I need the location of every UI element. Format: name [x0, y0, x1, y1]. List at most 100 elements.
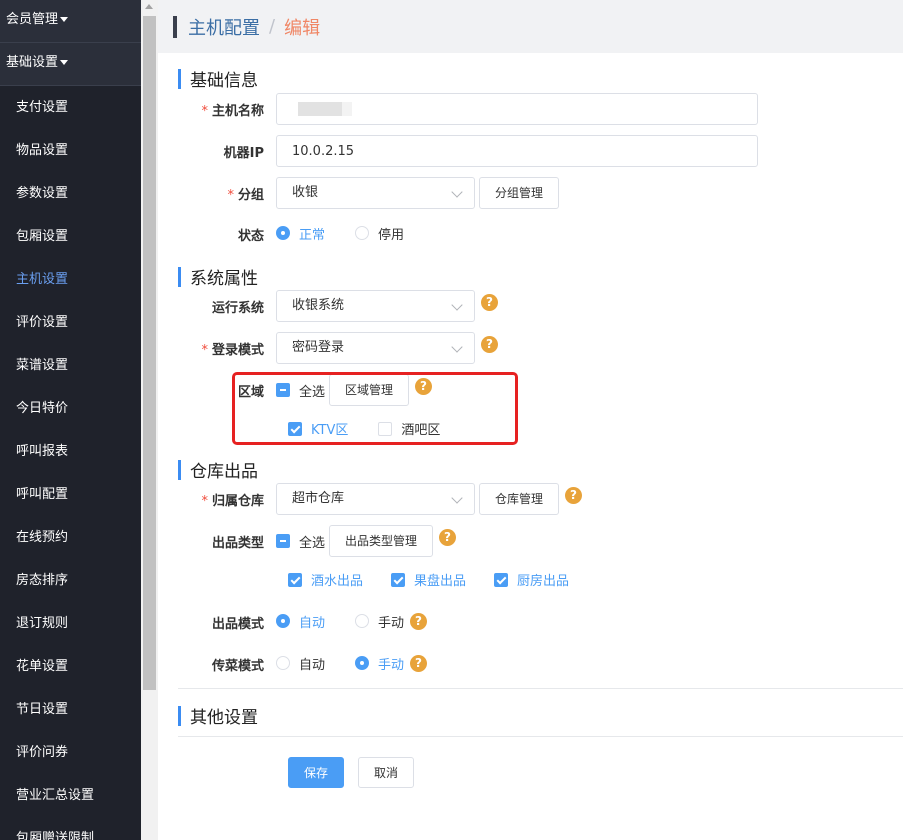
sidebar-item-daily-special[interactable]: 今日特价 — [0, 387, 141, 430]
serve-mode-radio-auto[interactable]: 自动 — [276, 654, 325, 673]
sidebar-item-call-config[interactable]: 呼叫配置 — [0, 473, 141, 516]
row-serve-mode: 传菜模式 自动 手动 ? — [158, 652, 428, 674]
save-button[interactable]: 保存 — [288, 757, 345, 788]
section-title-system: 系统属性 — [178, 264, 258, 289]
scroll-up-arrow-icon[interactable] — [145, 4, 153, 9]
section-title-text: 基础信息 — [190, 71, 258, 91]
sidebar-item-holiday[interactable]: 节日设置 — [0, 688, 141, 731]
serve-mode-radio-manual[interactable]: 手动 — [355, 654, 404, 673]
checkbox-box — [391, 572, 406, 587]
section-divider — [178, 688, 903, 689]
group-manage-button[interactable]: 分组管理 — [479, 177, 560, 209]
help-icon[interactable]: ? — [439, 528, 457, 546]
output-type-manage-button[interactable]: 出品类型管理 — [329, 525, 434, 557]
group-select[interactable]: 收银 — [276, 177, 475, 209]
highlight-box — [232, 372, 518, 445]
output-type-checkbox-kitchen[interactable]: 厨房出品 — [494, 570, 569, 589]
checkbox-label: 酒水出品 — [311, 574, 364, 589]
caret-down-icon — [60, 60, 69, 65]
help-icon[interactable]: ? — [481, 293, 498, 311]
chevron-down-icon — [451, 492, 463, 504]
warehouse-label-text: 归属仓库 — [211, 493, 264, 509]
warehouse-select[interactable]: 超市仓库 — [276, 483, 475, 515]
output-type-label: 出品类型 — [211, 535, 264, 551]
row-output-type: 出品类型 全选 出品类型管理 ? — [158, 525, 457, 557]
row-output-type-options: 酒水出品 果盘出品 厨房出品 — [288, 570, 569, 589]
status-radio-normal[interactable]: 正常 — [276, 224, 325, 243]
warehouse-manage-button[interactable]: 仓库管理 — [479, 483, 560, 515]
scrollbar-thumb[interactable] — [143, 16, 156, 690]
checkbox-label: 全选 — [299, 535, 326, 551]
sidebar-group-member[interactable]: 会员管理 — [0, 0, 141, 43]
section-mark — [178, 266, 181, 287]
radio-dot — [276, 614, 290, 628]
output-mode-radio-auto[interactable]: 自动 — [276, 612, 325, 631]
host-name-input[interactable] — [276, 93, 758, 125]
radio-dot — [355, 656, 370, 670]
sidebar-group-label: 基础设置 — [6, 55, 59, 70]
output-type-select-all-checkbox[interactable]: 全选 — [276, 532, 325, 551]
status-label: 状态 — [237, 229, 264, 244]
radio-dot — [276, 656, 290, 670]
checkbox-label: 果盘出品 — [414, 574, 467, 589]
sidebar-item-online-booking[interactable]: 在线预约 — [0, 516, 141, 559]
breadcrumb: 主机配置 / 编辑 — [158, 0, 903, 53]
row-login-mode: * 登录模式 密码登录 ? — [158, 332, 498, 364]
os-select[interactable]: 收银系统 — [276, 290, 475, 322]
cancel-button[interactable]: 取消 — [358, 757, 415, 788]
breadcrumb-parent-link[interactable]: 主机配置 — [188, 14, 260, 40]
sidebar-item-rooms[interactable]: 包厢设置 — [0, 215, 141, 258]
sidebar-item-goods[interactable]: 物品设置 — [0, 129, 141, 172]
sidebar-item-params[interactable]: 参数设置 — [0, 172, 141, 215]
ip-label: 机器IP — [223, 145, 264, 161]
sidebar-item-call-report[interactable]: 呼叫报表 — [0, 430, 141, 473]
section-mark — [178, 459, 181, 480]
help-icon[interactable]: ? — [565, 486, 583, 504]
login-mode-select[interactable]: 密码登录 — [276, 332, 475, 364]
breadcrumb-bar — [173, 15, 177, 38]
sidebar-scrollbar[interactable] — [141, 0, 158, 840]
row-output-mode: 出品模式 自动 手动 ? — [158, 610, 428, 632]
checkbox-box — [288, 572, 302, 587]
row-ip: 机器IP — [158, 135, 758, 167]
row-os: 运行系统 收银系统 ? — [158, 290, 498, 322]
output-mode-radio-manual[interactable]: 手动 — [355, 612, 404, 631]
checkbox-box — [276, 534, 290, 548]
sidebar-item-payment[interactable]: 支付设置 — [0, 86, 141, 129]
output-type-checkbox-fruit[interactable]: 果盘出品 — [391, 570, 466, 589]
sidebar-item-refund-rules[interactable]: 退订规则 — [0, 602, 141, 645]
breadcrumb-separator: / — [269, 16, 276, 37]
masked-value — [292, 102, 352, 116]
host-name-label: * 主机名称 — [158, 100, 276, 119]
sidebar-item-room-sort[interactable]: 房态排序 — [0, 559, 141, 602]
section-title-basic: 基础信息 — [178, 66, 258, 91]
sidebar-item-flower[interactable]: 花单设置 — [0, 645, 141, 688]
chevron-down-icon — [451, 186, 463, 198]
section-title-text: 其他设置 — [190, 708, 258, 728]
login-mode-label: * 登录模式 — [158, 339, 276, 358]
output-type-checkbox-drinks[interactable]: 酒水出品 — [288, 570, 363, 589]
warehouse-label: * 归属仓库 — [158, 490, 276, 509]
radio-label: 正常 — [299, 227, 326, 243]
help-icon[interactable]: ? — [410, 654, 428, 672]
breadcrumb-current: 编辑 — [284, 17, 321, 39]
status-radio-disabled[interactable]: 停用 — [355, 224, 404, 243]
required-asterisk: * — [227, 187, 234, 203]
chevron-down-icon — [451, 299, 463, 311]
chevron-down-icon — [451, 341, 463, 353]
sidebar-item-room-gift-limit[interactable]: 包厢赠送限制 — [0, 817, 141, 840]
sidebar-group-label: 会员管理 — [6, 12, 59, 27]
group-label-text: 分组 — [237, 187, 264, 203]
sidebar-item-survey[interactable]: 评价问券 — [0, 731, 141, 774]
section-title-warehouse: 仓库出品 — [178, 457, 258, 482]
sidebar-item-host[interactable]: 主机设置 — [0, 258, 141, 301]
ip-input[interactable] — [276, 135, 758, 167]
help-icon[interactable]: ? — [410, 612, 428, 630]
sidebar-item-review[interactable]: 评价设置 — [0, 301, 141, 344]
sidebar-item-business-summary[interactable]: 营业汇总设置 — [0, 774, 141, 817]
sidebar-group-basic[interactable]: 基础设置 — [0, 43, 141, 86]
help-icon[interactable]: ? — [481, 335, 498, 353]
section-mark — [178, 705, 181, 726]
section-title-text: 系统属性 — [190, 269, 258, 289]
sidebar-item-menu[interactable]: 菜谱设置 — [0, 344, 141, 387]
